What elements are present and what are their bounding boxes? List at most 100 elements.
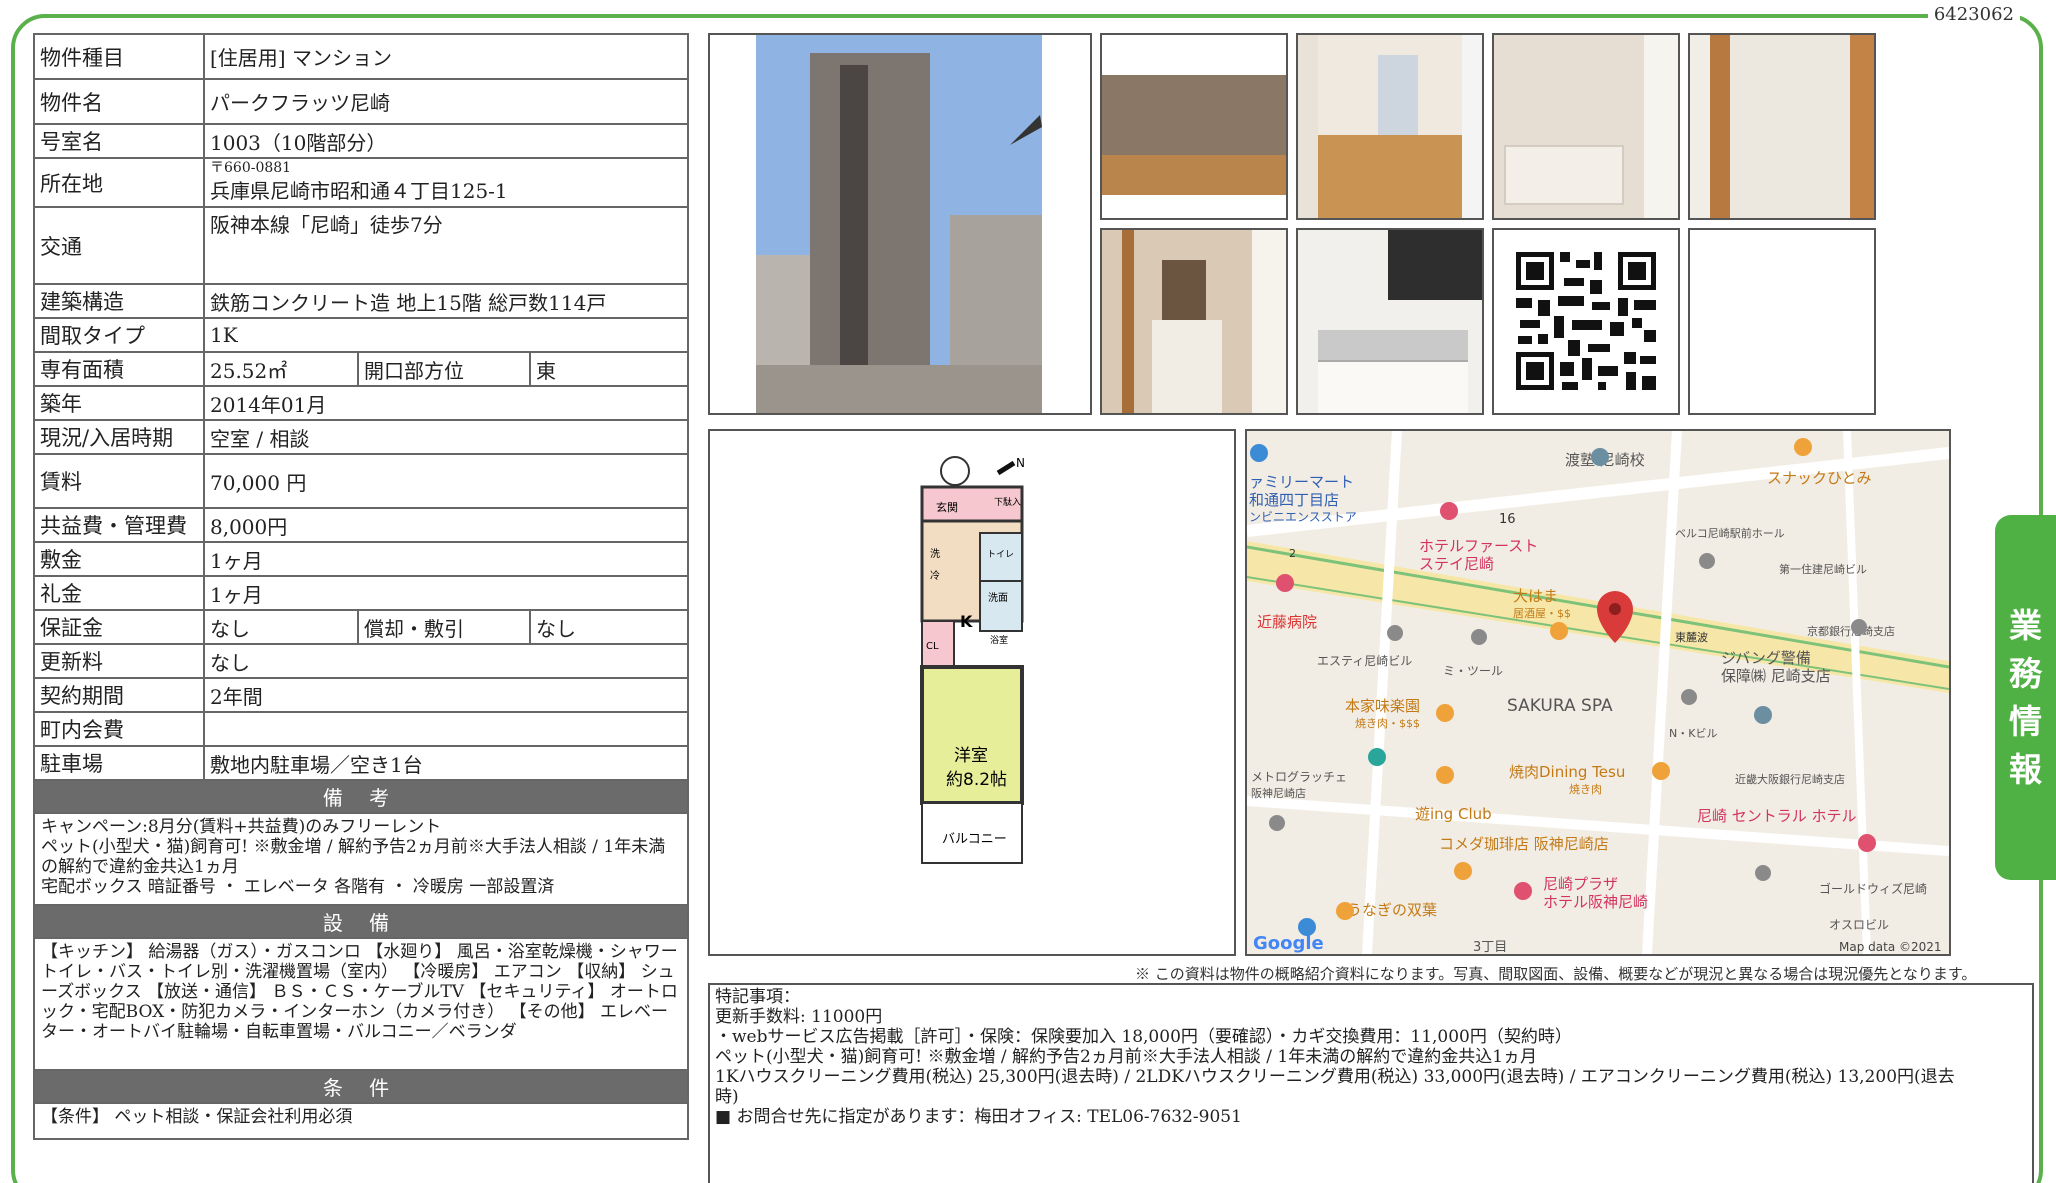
association-label: 町内会費: [33, 711, 205, 747]
north-mark: N: [1016, 456, 1025, 470]
map-label: SAKURA SPA: [1507, 696, 1613, 716]
contract-value: 2年間: [203, 677, 689, 713]
renewal-label: 更新料: [33, 643, 205, 679]
remarks-text: キャンペーン:8月分(賃料+共益費)のみフリーレント ペット(小型犬・猫)飼育可…: [33, 812, 689, 906]
kitchen-photo[interactable]: [1296, 228, 1484, 415]
map-label: ベルコ尼崎駅前ホール: [1675, 526, 1785, 540]
map-label: 居酒屋・$$: [1513, 607, 1571, 620]
washroom-label: 洗面: [988, 592, 1008, 604]
amortization-value: なし: [529, 609, 689, 645]
kitchen-label: K: [960, 612, 973, 631]
key-money-label: 礼金: [33, 575, 205, 611]
structure-value: 鉄筋コンクリート造 地上15階 総戸数114戸: [203, 283, 689, 319]
layout-value: 1K: [203, 317, 689, 353]
deposit-label: 敷金: [33, 541, 205, 577]
business-info-tab[interactable]: 業 務 情 報: [1995, 515, 2056, 880]
structure-label: 建築構造: [33, 283, 205, 319]
empty-photo-slot: [1688, 228, 1876, 415]
side-tab-char: 業: [2009, 605, 2042, 645]
postal-code: 〒660-0881: [210, 160, 292, 176]
map-label: 16: [1499, 512, 1516, 527]
side-tab-char: 報: [2009, 749, 2042, 789]
room-label: 洋室: [954, 746, 988, 766]
map-label: 大はま: [1513, 587, 1558, 605]
amortization-label: 償却・敷引: [357, 609, 531, 645]
built-label: 築年: [33, 385, 205, 421]
map-label: ゴールドウィズ尼崎: [1819, 881, 1927, 896]
shoebox-label: 下駄入: [994, 496, 1021, 508]
map-label: 本家味楽園: [1345, 697, 1420, 715]
map-label: 焼肉Dining Tesu: [1509, 763, 1625, 781]
renewal-value: なし: [203, 643, 689, 679]
map-label: 焼き肉: [1569, 783, 1602, 796]
guarantee-value: なし: [203, 609, 359, 645]
disclaimer: ※ この資料は物件の概略紹介資料になります。写真、間取図面、設備、概要などが現況…: [1135, 965, 1977, 983]
notes-line: ペット(小型犬・猫)飼育可! ※敷金増 / 解約予告2ヵ月前※大手法人相談 / …: [715, 1047, 1538, 1067]
conditions-text: 【条件】 ペット相談・保証会社利用必須: [33, 1102, 689, 1140]
map-label: ステイ尼崎: [1419, 555, 1494, 573]
status-label: 現況/入居時期: [33, 419, 205, 455]
map-label: ジバング警備: [1721, 649, 1811, 667]
remarks-header: 備 考: [33, 779, 689, 814]
qr-code[interactable]: [1492, 228, 1680, 415]
room-value: 1003（10階部分）: [203, 123, 689, 159]
refrigerator-label: 冷: [930, 569, 940, 582]
map-label: 東麓波: [1675, 631, 1708, 644]
map-attribution: Map data ©2021: [1839, 940, 1942, 954]
notes-line: 更新手数料: 11000円: [715, 1007, 883, 1027]
special-notes: 特記事項： 更新手数料: 11000円 ・webサービス広告掲載［許可］・保険：…: [708, 983, 2034, 1183]
laundry-label: 洗: [930, 548, 940, 560]
map-label: N・Kビル: [1669, 727, 1717, 740]
balcony-label: バルコニー: [942, 832, 1007, 847]
map-label: メトログラッチェ: [1251, 770, 1347, 784]
side-tab-char: 務: [2009, 653, 2042, 693]
closet-label: CL: [926, 641, 939, 652]
map-label: エスティ尼崎ビル: [1317, 654, 1412, 668]
map-label: 京都銀行尼崎支店: [1807, 624, 1895, 638]
type-label: 物件種目: [33, 33, 205, 80]
transit-label: 交通: [33, 206, 205, 285]
interior-photo-2[interactable]: [1296, 33, 1484, 220]
map-label: うなぎの双葉: [1347, 901, 1437, 919]
fee-label: 共益費・管理費: [33, 507, 205, 543]
map-label: 2: [1289, 547, 1296, 560]
map-label: 尼崎プラザ: [1543, 875, 1618, 893]
key-money-value: 1ヶ月: [203, 575, 689, 611]
side-tab-char: 情: [2009, 701, 2042, 741]
map-label: オスロビル: [1829, 918, 1889, 932]
closet-photo[interactable]: [1688, 33, 1876, 220]
room-size-label: 約8.2帖: [946, 770, 1007, 790]
map-label: 3丁目: [1473, 940, 1507, 954]
building-image: [756, 35, 1042, 413]
guarantee-label: 保証金: [33, 609, 205, 645]
building-exterior-photo[interactable]: [708, 33, 1092, 415]
google-logo: Google: [1253, 933, 1324, 954]
property-spec-table: 物件種目 [住居用] マンション 物件名 パークフラッツ尼崎 号室名 1003（10階…: [33, 33, 689, 1140]
washroom-photo[interactable]: [1100, 228, 1288, 415]
location-map[interactable]: 渡塾 尼崎校 スナックひとみ ァミリーマート 和通四丁目店 ンビニエンスストア …: [1245, 429, 1951, 956]
status-value: 空室 / 相談: [203, 419, 689, 455]
built-value: 2014年01月: [203, 385, 689, 421]
address-label: 所在地: [33, 157, 205, 208]
fee-value: 8,000円: [203, 507, 689, 543]
floor-plan[interactable]: N 玄関 下駄入 トイレ 洗 冷 洗面 K 浴室 CL 洋室 約8.2帖 バルコ…: [708, 429, 1236, 956]
transit-value: 阪神本線「尼崎」徒歩7分: [203, 206, 689, 285]
map-label: スナックひとみ: [1767, 469, 1872, 487]
bathroom-photo[interactable]: [1492, 33, 1680, 220]
entrance-label: 玄関: [936, 500, 958, 514]
deposit-value: 1ヶ月: [203, 541, 689, 577]
map-label: 阪神尼崎店: [1251, 786, 1306, 800]
area-value: 25.52㎡: [203, 351, 359, 387]
name-value: パークフラッツ尼崎: [203, 78, 689, 125]
notes-line: 時): [715, 1087, 739, 1107]
map-label: 第一住建尼崎ビル: [1779, 562, 1867, 576]
notes-line: ・webサービス広告掲載［許可］・保険：保険要加入 18,000円（要確認）・カ…: [715, 1027, 1572, 1047]
layout-label: 間取タイプ: [33, 317, 205, 353]
map-label: 近畿大阪銀行尼崎支店: [1735, 772, 1845, 786]
rent-label: 賃料: [33, 453, 205, 509]
interior-photo-1[interactable]: [1100, 33, 1288, 220]
notes-line: 1Kハウスクリーニング費用(税込) 25,300円(退去時) / 2LDKハウス…: [715, 1067, 1955, 1087]
qr-code-image: [1516, 252, 1656, 390]
map-label: ンビニエンスストア: [1249, 510, 1357, 524]
name-label: 物件名: [33, 78, 205, 125]
